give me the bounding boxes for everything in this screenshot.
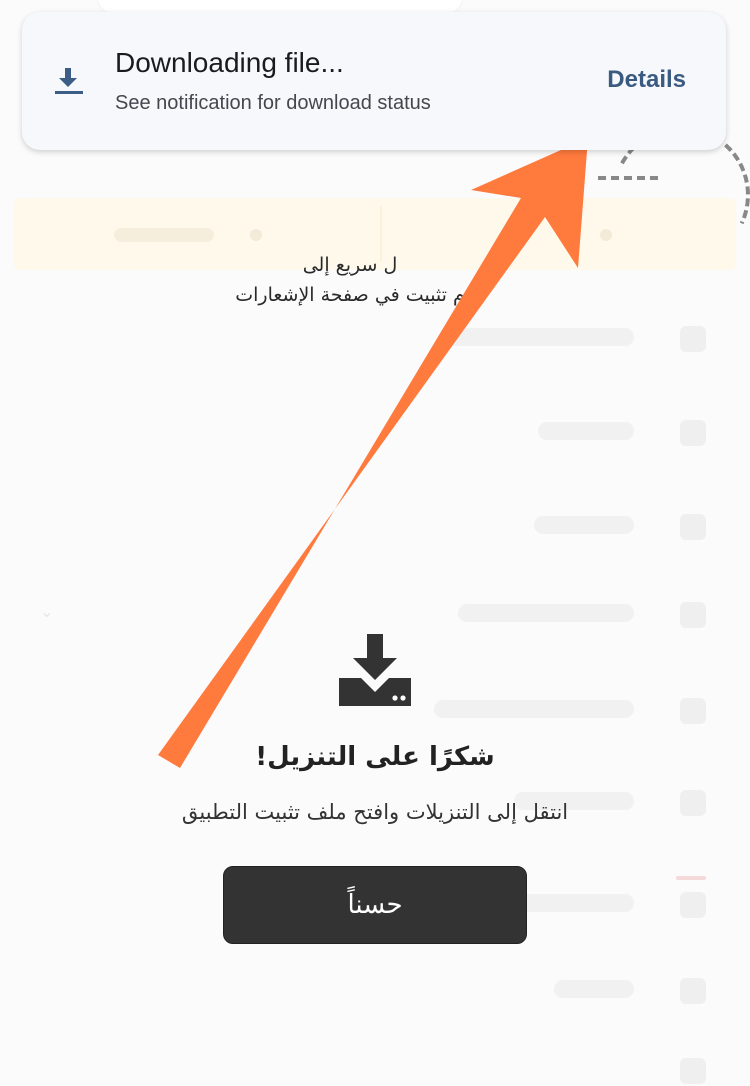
menu-row-icon (680, 326, 706, 352)
menu-row-icon (680, 1058, 706, 1084)
banner-text (114, 228, 214, 242)
ok-button-label: حسناً (347, 890, 403, 920)
download-tray-icon (339, 634, 411, 706)
details-button[interactable]: Details (607, 66, 686, 94)
menu-row-label (434, 700, 634, 718)
menu-row (0, 506, 750, 546)
dashed-connector (598, 176, 658, 180)
menu-row-icon (680, 514, 706, 540)
banner-dot (250, 229, 262, 241)
menu-row-label (538, 422, 634, 440)
tooltip-hint: ل سريع إلى م تثبيت في صفحة الإشعارات (180, 250, 520, 310)
chevron-down-icon: ⌄ (40, 602, 54, 621)
dialog-subtitle: انتقل إلى التنزيلات وافتح ملف تثبيت التط… (181, 800, 569, 824)
download-icon (55, 68, 83, 94)
menu-row-icon (680, 978, 706, 1004)
menu-row (0, 318, 750, 358)
menu-row-badge (676, 876, 706, 880)
screen: ⌄ ل سريع إلى م تثبيت في صفحة الإشعارات ش… (0, 0, 750, 1086)
menu-row-label (448, 328, 634, 346)
notification-title: Downloading file... (115, 47, 344, 78)
dialog-title: شكرًا على التنزيل! (255, 742, 495, 772)
menu-row-icon (680, 698, 706, 724)
menu-row-label (554, 980, 634, 998)
tooltip-line-1: ل سريع إلى (302, 254, 398, 276)
tooltip-line-2: م تثبيت في صفحة الإشعارات (235, 284, 465, 306)
notification-subtitle: See notification for download status (115, 92, 431, 114)
download-notification[interactable]: Downloading file... See notification for… (22, 12, 726, 150)
menu-row (0, 970, 750, 1010)
menu-row-label (458, 604, 634, 622)
ok-button[interactable]: حسناً (223, 866, 527, 944)
banner-dot (600, 229, 612, 241)
menu-row (0, 594, 750, 634)
menu-row-icon (680, 892, 706, 918)
menu-row (0, 1050, 750, 1086)
menu-row-icon (680, 420, 706, 446)
menu-row-label (534, 516, 634, 534)
menu-row (0, 412, 750, 452)
menu-row-icon (680, 602, 706, 628)
